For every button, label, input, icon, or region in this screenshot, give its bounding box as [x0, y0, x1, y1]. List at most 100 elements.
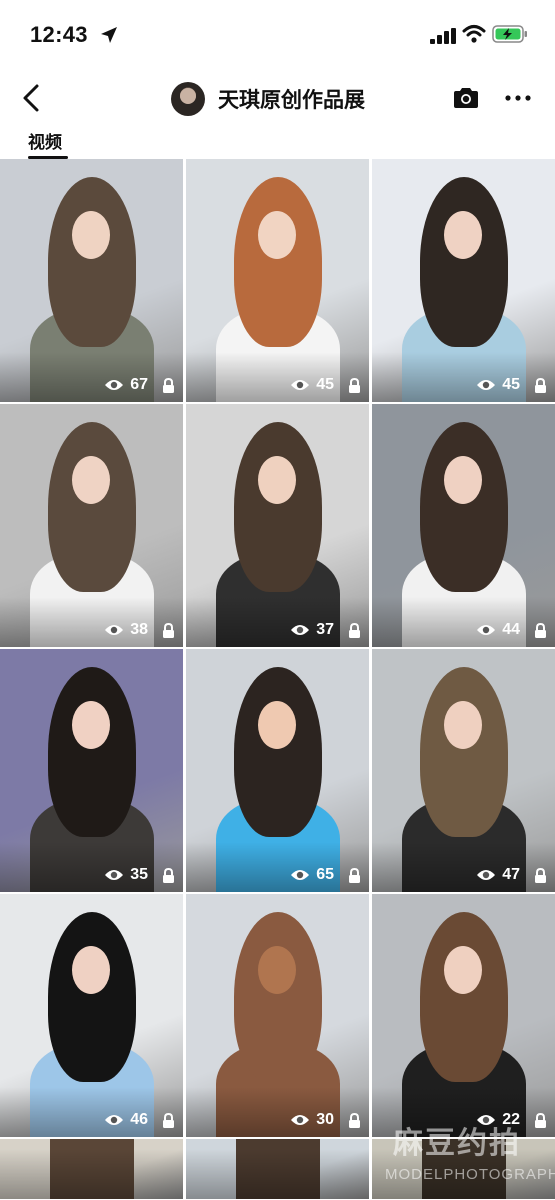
subject-hair	[420, 667, 508, 837]
video-tile[interactable]: 65	[186, 649, 369, 892]
views-eye-icon	[105, 1115, 124, 1125]
view-count: 30	[316, 1111, 334, 1128]
view-count: 38	[130, 621, 148, 638]
view-count-overlay: 67	[104, 374, 175, 396]
video-tile[interactable]: 30	[186, 894, 369, 1137]
views-eye-icon	[291, 380, 310, 390]
navigation-bar: 天琪原创作品展	[0, 70, 555, 128]
view-count: 46	[130, 1111, 148, 1128]
private-lock-icon	[349, 1112, 360, 1128]
view-count: 65	[316, 866, 334, 883]
location-arrow-icon	[101, 27, 117, 43]
views-eye-icon	[477, 870, 496, 880]
watermark-text: 麻豆约拍	[393, 1126, 521, 1161]
camera-icon[interactable]	[452, 86, 480, 110]
subject-face	[258, 946, 296, 994]
view-count-overlay: 30	[290, 1109, 361, 1131]
subject-hair	[234, 177, 322, 347]
view-count-overlay: 47	[476, 864, 547, 886]
private-lock-icon	[163, 622, 174, 638]
video-tile[interactable]: 45	[372, 159, 555, 402]
watermark: 麻豆约拍 MODELPHOTOGRAPH	[385, 1118, 555, 1200]
video-grid[interactable]: 636965674545383744356547463022	[0, 159, 555, 1200]
private-lock-icon	[163, 377, 174, 393]
views-eye-icon	[105, 380, 124, 390]
subject-face	[258, 701, 296, 749]
subject-hair	[234, 422, 322, 592]
subject-face	[72, 946, 110, 994]
subject-face	[444, 456, 482, 504]
video-tile[interactable]: 67	[0, 159, 183, 402]
views-eye-icon	[477, 380, 496, 390]
private-lock-icon	[535, 622, 546, 638]
private-lock-icon	[163, 1112, 174, 1128]
view-count: 45	[502, 376, 520, 393]
video-tile[interactable]: 38	[0, 404, 183, 647]
wifi-icon	[462, 25, 486, 43]
tab-bar: 视频	[0, 128, 555, 159]
private-lock-icon	[349, 622, 360, 638]
video-tile[interactable]: 47	[372, 649, 555, 892]
video-tile[interactable]: 44	[372, 404, 555, 647]
views-eye-icon	[105, 870, 124, 880]
subject-face	[72, 211, 110, 259]
video-tile[interactable]: 22	[372, 894, 555, 1137]
view-count-overlay: 38	[104, 619, 175, 641]
view-count: 45	[316, 376, 334, 393]
subject-face	[258, 456, 296, 504]
tab-videos[interactable]: 视频	[28, 128, 62, 153]
subject-hair	[48, 177, 136, 347]
view-count: 37	[316, 621, 334, 638]
subject-face	[444, 946, 482, 994]
views-eye-icon	[291, 1115, 310, 1125]
more-options-icon[interactable]	[504, 88, 532, 108]
video-tile[interactable]: 37	[186, 404, 369, 647]
views-eye-icon	[105, 625, 124, 635]
thumbnail-gradient	[186, 1149, 369, 1199]
subject-hair	[48, 912, 136, 1082]
view-count: 67	[130, 376, 148, 393]
video-tile[interactable]	[0, 1139, 183, 1199]
view-count-overlay: 44	[476, 619, 547, 641]
back-chevron-icon[interactable]	[18, 82, 46, 114]
battery-charging-icon	[492, 25, 527, 43]
page-title: 天琪原创作品展	[218, 88, 365, 112]
subject-face	[444, 701, 482, 749]
view-count-overlay: 45	[476, 374, 547, 396]
video-tile[interactable]: 46	[0, 894, 183, 1137]
subject-hair	[234, 912, 322, 1082]
subject-hair	[48, 422, 136, 592]
view-count: 47	[502, 866, 520, 883]
subject-hair	[420, 177, 508, 347]
view-count-overlay: 35	[104, 864, 175, 886]
subject-hair	[234, 667, 322, 837]
status-time: 12:43	[30, 22, 88, 47]
video-tile[interactable]: 45	[186, 159, 369, 402]
video-tile[interactable]: 35	[0, 649, 183, 892]
avatar[interactable]	[171, 82, 205, 116]
private-lock-icon	[535, 377, 546, 393]
private-lock-icon	[349, 377, 360, 393]
video-tile[interactable]	[186, 1139, 369, 1199]
status-bar: 12:43	[0, 0, 555, 70]
view-count: 44	[502, 621, 520, 638]
view-count-overlay: 45	[290, 374, 361, 396]
thumbnail-gradient	[0, 1149, 183, 1199]
subject-face	[72, 456, 110, 504]
subject-hair	[48, 667, 136, 837]
private-lock-icon	[163, 867, 174, 883]
view-count-overlay: 65	[290, 864, 361, 886]
view-count-overlay: 37	[290, 619, 361, 641]
subject-face	[72, 701, 110, 749]
cellular-signal-icon	[430, 28, 456, 44]
watermark-subtext: MODELPHOTOGRAPH	[385, 1166, 555, 1183]
view-count: 35	[130, 866, 148, 883]
subject-face	[258, 211, 296, 259]
subject-hair	[420, 912, 508, 1082]
views-eye-icon	[291, 870, 310, 880]
subject-face	[444, 211, 482, 259]
view-count-overlay: 46	[104, 1109, 175, 1131]
private-lock-icon	[349, 867, 360, 883]
private-lock-icon	[535, 867, 546, 883]
views-eye-icon	[291, 625, 310, 635]
